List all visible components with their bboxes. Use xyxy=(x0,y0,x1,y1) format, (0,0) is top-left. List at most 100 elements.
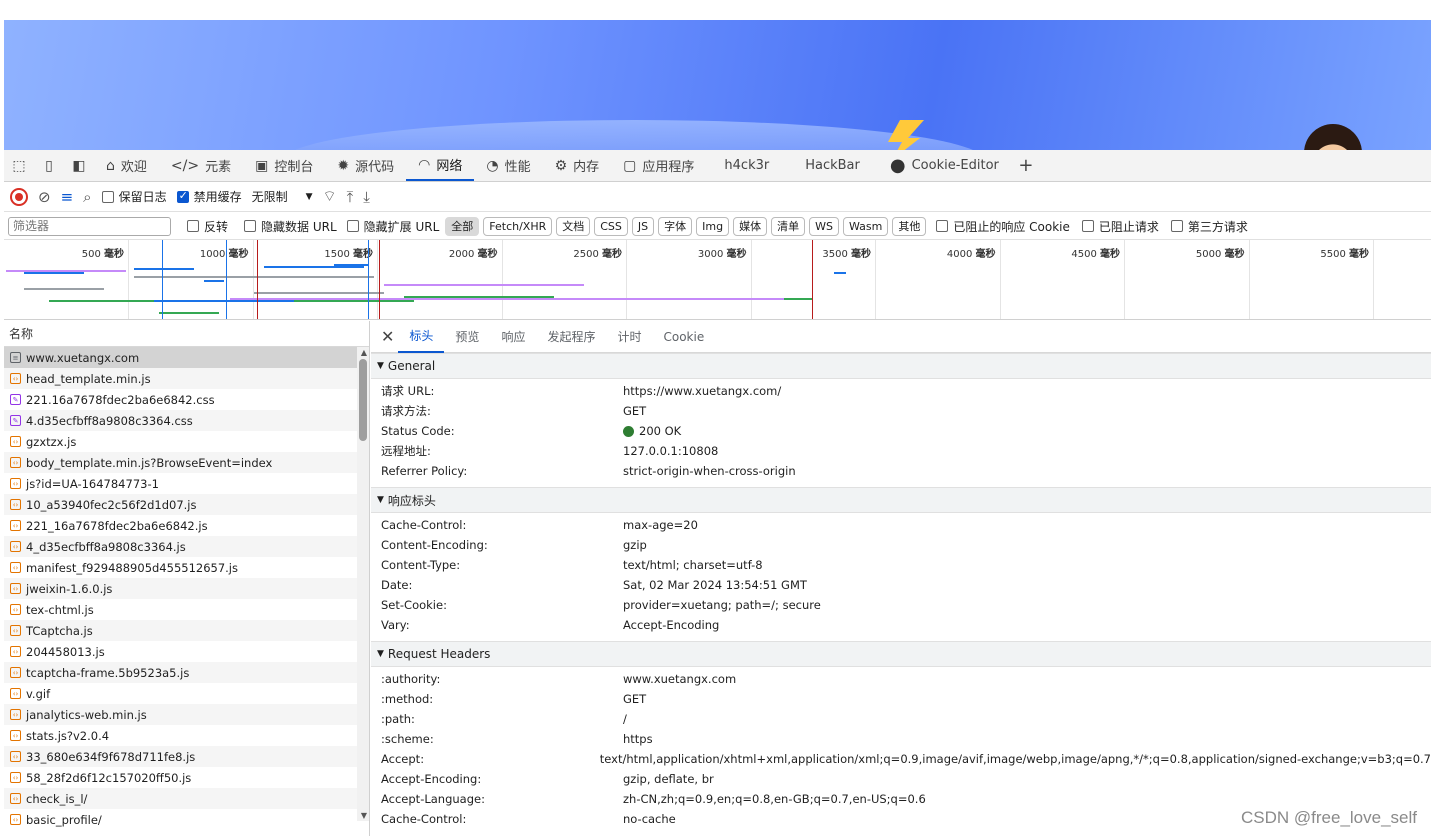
request-row[interactable]: ‹› stats.js?v2.0.4 xyxy=(4,725,369,746)
tab-5[interactable]: ◔ 性能 xyxy=(474,151,542,181)
filter-type-pill[interactable]: Wasm xyxy=(842,216,889,236)
invert-checkbox[interactable]: 反转 xyxy=(187,218,228,235)
app-icon: ▢ xyxy=(623,157,637,174)
third-party-checkbox[interactable]: 第三方请求 xyxy=(1170,218,1248,235)
blocked-requests-checkbox[interactable]: 已阻止请求 xyxy=(1081,218,1159,235)
detail-tab[interactable]: Cookie xyxy=(652,321,715,353)
close-icon[interactable]: ✕ xyxy=(381,327,394,346)
waterfall-bar xyxy=(159,312,219,314)
record-button[interactable] xyxy=(10,187,28,206)
request-name: 4_d35ecfbff8a9808c3364.js xyxy=(26,539,186,554)
filter-type-pill[interactable]: Fetch/XHR xyxy=(483,216,553,236)
scrollbar[interactable]: ▲ ▼ xyxy=(357,347,369,821)
filter-type-pill[interactable]: CSS xyxy=(594,216,628,236)
tab-4[interactable]: ◠ 网络 xyxy=(406,151,475,181)
disable-cache-checkbox[interactable]: 禁用缓存 xyxy=(176,188,242,205)
detail-tab[interactable]: 计时 xyxy=(606,321,652,353)
filter-type-pill[interactable]: 其他 xyxy=(892,216,927,236)
filter-type-pill[interactable]: JS xyxy=(631,216,655,236)
name-column-header[interactable]: 名称 xyxy=(4,321,369,347)
search-icon[interactable]: ⌕ xyxy=(83,188,91,206)
request-row[interactable]: ‹› tex-chtml.js xyxy=(4,599,369,620)
hide-ext-url-box[interactable] xyxy=(346,220,359,232)
tab-9[interactable]: HackBar xyxy=(787,151,878,181)
third-party-box[interactable] xyxy=(1170,220,1183,232)
network-overview[interactable]: 500 毫秒 1000 毫秒 1500 毫秒 2000 毫秒 2500 毫秒 3000 毫… xyxy=(4,240,1431,320)
scroll-up-icon[interactable]: ▲ xyxy=(361,348,367,357)
tab-1[interactable]: </> 元素 xyxy=(159,151,243,181)
filter-type-pill[interactable]: 清单 xyxy=(771,216,806,236)
overview-gridline xyxy=(252,240,254,319)
request-row[interactable]: ‹› 4_d35ecfbff8a9808c3364.js xyxy=(4,536,369,557)
request-row[interactable]: ‹› 33_680e634f9f678d711fe8.js xyxy=(4,746,369,767)
blocked-cookies-checkbox[interactable]: 已阻止的响应 Cookie xyxy=(936,218,1070,235)
hide-ext-url-checkbox[interactable]: 隐藏扩展 URL xyxy=(346,218,439,235)
detail-tab[interactable]: 发起程序 xyxy=(536,321,606,353)
tab-10[interactable]: ● Cookie-Editor xyxy=(878,151,1011,181)
detail-tab[interactable]: 标头 xyxy=(398,321,445,353)
request-row[interactable]: ‹› tcaptcha-frame.5b9523a5.js xyxy=(4,662,369,683)
request-row[interactable]: ‹› check_is_l/ xyxy=(4,788,369,809)
js-file-icon: ‹› xyxy=(10,793,21,804)
request-row[interactable]: ‹› basic_profile/ xyxy=(4,809,369,830)
detail-tab[interactable]: 响应 xyxy=(490,321,536,353)
request-row[interactable]: ‹› 58_28f2d6f12c157020ff50.js xyxy=(4,767,369,788)
filter-input[interactable] xyxy=(8,216,171,236)
filter-type-pill[interactable]: 全部 xyxy=(445,216,480,236)
scrollbar-thumb[interactable] xyxy=(359,359,367,441)
blocked-requests-box[interactable] xyxy=(1081,220,1094,232)
section-header[interactable]: ▼ General xyxy=(371,353,1431,379)
tab-0[interactable]: ⌂ 欢迎 xyxy=(94,151,159,181)
request-row[interactable]: ‹› 10_a53940fec2c56f2d1d07.js xyxy=(4,494,369,515)
request-row[interactable]: ‹› 221_16a7678fdec2ba6e6842.js xyxy=(4,515,369,536)
tab-7[interactable]: ▢ 应用程序 xyxy=(611,151,706,181)
dock-sidebar-icon[interactable]: ◧ xyxy=(64,151,94,181)
request-row[interactable]: ‹› js?id=UA-164784773-1 xyxy=(4,473,369,494)
header-value: gzip xyxy=(623,538,647,552)
request-row[interactable]: ≡ www.xuetangx.com xyxy=(4,347,369,368)
tab-8[interactable]: h4ck3r xyxy=(706,151,787,181)
export-har-icon[interactable]: ⤓ xyxy=(363,188,370,206)
inspect-icon[interactable]: ⬚ xyxy=(4,151,34,181)
filter-type-pill[interactable]: 文档 xyxy=(556,216,591,236)
scroll-down-icon[interactable]: ▼ xyxy=(361,811,367,820)
disable-cache-box[interactable] xyxy=(176,189,189,203)
preserve-log-box[interactable] xyxy=(101,190,114,203)
request-row[interactable]: ✎ 4.d35ecfbff8a9808c3364.css xyxy=(4,410,369,431)
import-har-icon[interactable]: ⤒ xyxy=(347,188,354,206)
blocked-cookies-box[interactable] xyxy=(936,220,949,232)
request-row[interactable]: ‹› v.gif xyxy=(4,683,369,704)
request-row[interactable]: ‹› body_template.min.js?BrowseEvent=index xyxy=(4,452,369,473)
section-header[interactable]: ▼ 响应标头 xyxy=(371,487,1431,513)
add-tab-icon[interactable]: + xyxy=(1011,151,1041,181)
request-row[interactable]: ‹› 204458013.js xyxy=(4,641,369,662)
filter-type-pill[interactable]: WS xyxy=(809,216,839,236)
hide-data-url-checkbox[interactable]: 隐藏数据 URL xyxy=(244,218,337,235)
request-row[interactable]: ‹› gzxtzx.js xyxy=(4,431,369,452)
request-row[interactable]: ‹› TCaptcha.js xyxy=(4,620,369,641)
filter-icon[interactable]: ≡ xyxy=(61,188,74,206)
request-row[interactable]: ‹› jweixin-1.6.0.js xyxy=(4,578,369,599)
overview-gridline xyxy=(501,240,503,319)
detail-tab[interactable]: 预览 xyxy=(444,321,490,353)
clear-icon[interactable]: ⊘ xyxy=(38,188,51,206)
request-row[interactable]: ‹› janalytics-web.min.js xyxy=(4,704,369,725)
tab-2[interactable]: ▣ 控制台 xyxy=(243,151,325,181)
invert-box[interactable] xyxy=(187,220,199,232)
device-toolbar-icon[interactable]: ▯ xyxy=(34,151,64,181)
header-value: provider=xuetang; path=/; secure xyxy=(623,598,821,612)
network-conditions-icon[interactable]: ⌔ xyxy=(323,187,337,206)
filter-type-pill[interactable]: 字体 xyxy=(658,216,693,236)
hide-data-url-box[interactable] xyxy=(244,220,257,232)
request-row[interactable]: ‹› manifest_f929488905d455512657.js xyxy=(4,557,369,578)
tab-6[interactable]: ⚙ 内存 xyxy=(543,151,612,181)
filter-type-pill[interactable]: 媒体 xyxy=(733,216,768,236)
request-row[interactable]: ✎ 221.16a7678fdec2ba6e6842.css xyxy=(4,389,369,410)
section-header[interactable]: ▼ Request Headers xyxy=(371,641,1431,667)
collapse-triangle-icon: ▼ xyxy=(377,649,384,659)
filter-type-pill[interactable]: Img xyxy=(696,216,730,236)
tab-3[interactable]: ✹ 源代码 xyxy=(325,151,406,181)
preserve-log-checkbox[interactable]: 保留日志 xyxy=(101,188,167,205)
request-row[interactable]: ‹› head_template.min.js xyxy=(4,368,369,389)
throttle-select[interactable]: 无限制 ▼ xyxy=(252,188,313,205)
